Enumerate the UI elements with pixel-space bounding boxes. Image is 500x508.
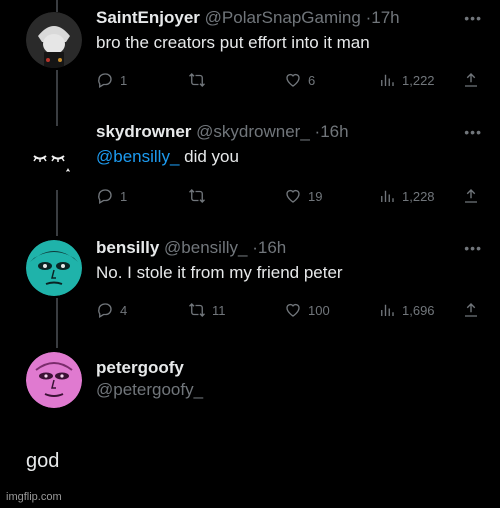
like-count: 6 [308,72,316,88]
bar-chart-icon [381,304,394,316]
view-count: 1,696 [402,302,435,318]
heart-icon [286,189,300,203]
tweet-header: SaintEnjoyer @PolarSnapGaming ·17h [96,8,490,28]
display-name[interactable]: SaintEnjoyer [96,8,200,27]
display-name[interactable]: bensilly [96,238,159,257]
tweet-text-body: bro the creators put effort into it man [96,33,370,52]
reply-button[interactable]: 4 [96,300,127,320]
tweet[interactable]: SaintEnjoyer @PolarSnapGaming ·17h bro t… [0,0,500,110]
like-count: 19 [308,188,323,204]
reply-icon [98,303,112,318]
caption-text: god [26,450,60,472]
tweet[interactable]: skydrowner @skydrowner_ ·16h @bensilly_ … [0,120,500,230]
share-button[interactable] [462,186,480,206]
views-button[interactable]: 1,222 [378,70,435,90]
retweet-button[interactable]: 11 [188,300,226,320]
reply-count: 1 [120,72,128,88]
share-icon [465,189,477,203]
timestamp[interactable]: 17h [371,8,399,27]
user-handle[interactable]: @skydrowner_ [196,122,310,141]
tweet-text: No. I stole it from my friend peter [96,262,490,284]
user-handle[interactable]: @PolarSnapGaming [205,8,361,27]
tweet-text: bro the creators put effort into it man [96,32,490,54]
avatar[interactable] [26,128,82,184]
mention-link[interactable]: @bensilly_ [96,147,179,166]
heart-icon [286,303,300,317]
watermark: imgflip.com [6,491,62,503]
bar-chart-icon [381,74,394,86]
retweet-icon [189,189,205,203]
tweet-actions: 1 19 1,228 [96,186,488,206]
bar-chart-icon [381,190,394,202]
share-button[interactable] [462,300,480,320]
like-button[interactable]: 100 [284,300,330,320]
tweet[interactable]: bensilly @bensilly_ ·16h No. I stole it … [0,236,500,336]
tweet-text-body: No. I stole it from my friend peter [96,263,343,282]
reply-icon [98,73,112,88]
tweet-actions: 4 11 100 1,696 [96,300,488,320]
profile-header: petergoofy [96,358,490,378]
more-icon[interactable]: ••• [464,124,482,140]
avatar[interactable] [26,12,82,68]
tweet-text-body: did you [179,147,239,166]
reply-button[interactable]: 1 [96,70,127,90]
views-button[interactable]: 1,696 [378,300,435,320]
share-icon [465,73,477,87]
view-count: 1,228 [402,188,435,204]
retweet-count: 11 [212,302,226,318]
share-icon [465,303,477,317]
user-handle[interactable]: @bensilly_ [164,238,247,257]
share-button[interactable] [462,70,480,90]
heart-icon [286,73,300,87]
timestamp[interactable]: 16h [258,238,286,257]
user-handle[interactable]: @petergoofy_ [96,380,490,400]
tweet-header: skydrowner @skydrowner_ ·16h [96,122,490,142]
like-button[interactable]: 6 [284,70,315,90]
more-icon[interactable]: ••• [464,240,482,256]
retweet-button[interactable] [188,186,212,206]
more-icon[interactable]: ••• [464,10,482,26]
retweet-button[interactable] [188,70,212,90]
timestamp[interactable]: 16h [320,122,348,141]
like-count: 100 [308,302,330,318]
views-button[interactable]: 1,228 [378,186,435,206]
reply-count: 1 [120,188,128,204]
avatar[interactable] [26,352,82,408]
reply-count: 4 [120,302,128,318]
view-count: 1,222 [402,72,435,88]
retweet-icon [189,303,205,317]
profile-card[interactable]: petergoofy @petergoofy_ [0,350,500,430]
tweet-text: @bensilly_ did you [96,146,490,168]
reply-icon [98,189,112,204]
retweet-icon [189,73,205,87]
like-button[interactable]: 19 [284,186,322,206]
tweet-header: bensilly @bensilly_ ·16h [96,238,490,258]
display-name[interactable]: petergoofy [96,358,184,377]
display-name[interactable]: skydrowner [96,122,191,141]
avatar[interactable] [26,240,82,296]
tweet-actions: 1 6 1,222 [96,70,488,90]
reply-button[interactable]: 1 [96,186,127,206]
